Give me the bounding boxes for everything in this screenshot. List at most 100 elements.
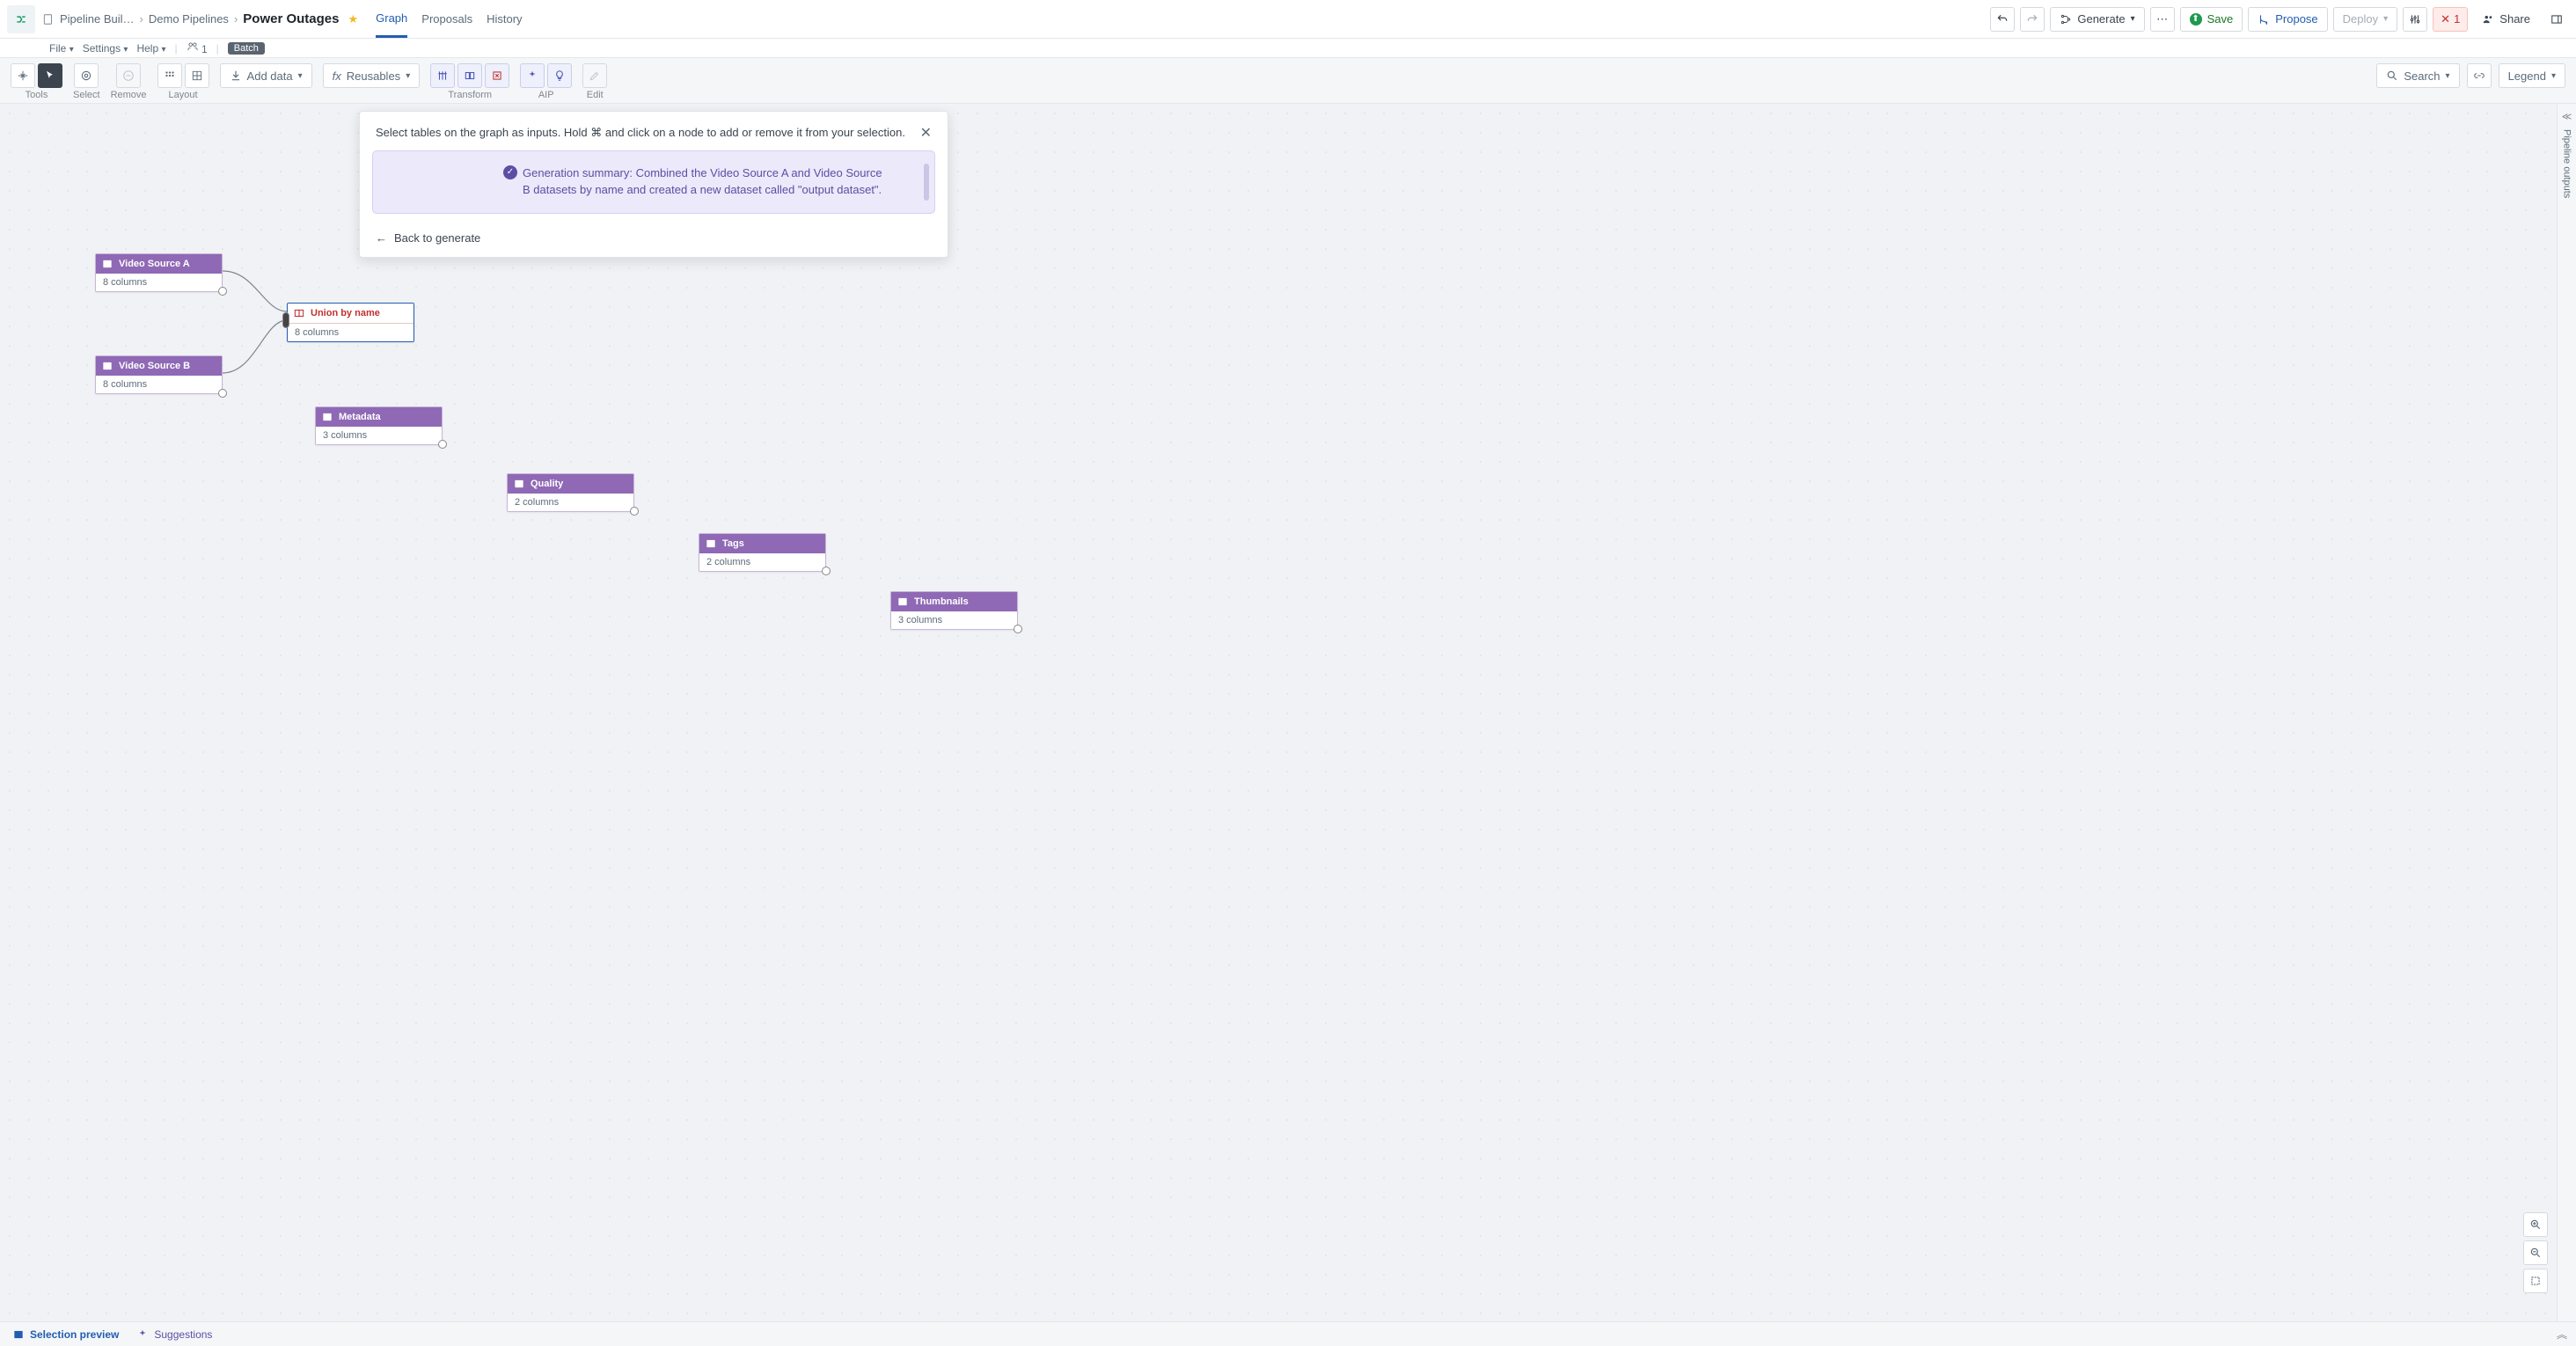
check-icon: ✓ [503, 165, 517, 179]
warning-badge[interactable]: ✕ 1 [2433, 7, 2468, 32]
zoom-controls [2523, 1212, 2548, 1293]
zoom-out-button[interactable] [2523, 1240, 2548, 1265]
breadcrumb-current[interactable]: Power Outages [243, 11, 339, 26]
tab-graph[interactable]: Graph [376, 0, 407, 38]
tool-group-label: Remove [111, 90, 147, 100]
aip-bulb-button[interactable] [547, 63, 572, 88]
output-port[interactable] [822, 567, 831, 575]
collapse-rail-button[interactable]: ≪ [2562, 111, 2572, 122]
tool-group-label: Select [73, 90, 100, 100]
dataset-icon [101, 258, 113, 270]
app-logo[interactable] [7, 5, 35, 33]
chevron-down-icon: ▾ [2383, 14, 2388, 24]
node-title: Union by name [311, 308, 380, 318]
node-subtitle: 3 columns [891, 611, 1017, 629]
breadcrumb-item[interactable]: Pipeline Buil… [60, 12, 135, 26]
node-video-source-b[interactable]: Video Source B 8 columns [95, 355, 223, 394]
share-button[interactable]: Share [2473, 7, 2539, 32]
node-subtitle: 2 columns [508, 494, 633, 511]
link-toggle-button[interactable] [2467, 63, 2492, 88]
transform-join-button[interactable] [457, 63, 482, 88]
output-port[interactable] [218, 287, 227, 296]
batch-badge[interactable]: Batch [228, 42, 265, 55]
star-icon[interactable]: ★ [348, 12, 358, 26]
node-subtitle: 8 columns [288, 324, 413, 341]
transform-remove-button[interactable] [485, 63, 509, 88]
node-video-source-a[interactable]: Video Source A 8 columns [95, 253, 223, 292]
node-union-by-name[interactable]: Union by name 8 columns [287, 303, 414, 342]
node-subtitle: 8 columns [96, 376, 222, 393]
layout-grid-button[interactable] [185, 63, 209, 88]
add-data-button[interactable]: Add data ▾ [220, 63, 312, 88]
scrollbar[interactable] [924, 164, 929, 201]
search-icon [2386, 69, 2398, 82]
deploy-button[interactable]: Deploy ▾ [2333, 7, 2398, 32]
menu-help[interactable]: Help ▾ [136, 42, 165, 55]
tool-group-remove: Remove [111, 63, 147, 100]
more-menu-button[interactable]: ⋯ [2150, 7, 2175, 32]
graph-canvas[interactable]: Video Source A 8 columns Video Source B … [0, 104, 2576, 1321]
propose-button[interactable]: Propose [2248, 7, 2327, 32]
zoom-in-button[interactable] [2523, 1212, 2548, 1237]
expand-footer-button[interactable]: ︽ [2557, 1327, 2567, 1342]
footer-bar: Selection preview Suggestions ︽ [0, 1321, 2576, 1346]
tool-group-aip: AIP [520, 63, 572, 100]
dataset-icon [513, 478, 525, 490]
select-tool-button[interactable] [38, 63, 62, 88]
legend-button[interactable]: Legend ▾ [2499, 63, 2565, 88]
layout-auto-button[interactable] [157, 63, 182, 88]
close-icon[interactable]: ✕ [920, 124, 932, 142]
branch-icon [2060, 13, 2072, 26]
reusables-button[interactable]: fx Reusables ▾ [323, 63, 421, 88]
zoom-fit-button[interactable] [2523, 1269, 2548, 1293]
chevron-down-icon: ▾ [298, 71, 303, 81]
breadcrumb-item[interactable]: Demo Pipelines [149, 12, 229, 26]
generate-button[interactable]: Generate ▾ [2050, 7, 2144, 32]
transform-columns-button[interactable] [430, 63, 455, 88]
active-users[interactable]: 1 [187, 40, 208, 55]
tab-proposals[interactable]: Proposals [421, 0, 472, 38]
back-to-generate-button[interactable]: ← Back to generate [360, 223, 948, 257]
output-port[interactable] [630, 507, 639, 516]
menu-file[interactable]: File ▾ [49, 42, 74, 55]
search-button[interactable]: Search ▾ [2376, 63, 2459, 88]
settings-sliders-button[interactable] [2403, 7, 2427, 32]
node-metadata[interactable]: Metadata 3 columns [315, 406, 443, 445]
node-tags[interactable]: Tags 2 columns [699, 533, 826, 572]
output-port[interactable] [1014, 625, 1022, 633]
tool-group-label: AIP [538, 90, 554, 100]
arrow-left-icon: ← [376, 231, 387, 245]
sparkle-icon [136, 1328, 149, 1341]
node-thumbnails[interactable]: Thumbnails 3 columns [890, 591, 1018, 630]
chevron-down-icon: ▾ [2446, 71, 2450, 81]
save-button[interactable]: ⬆ Save [2180, 7, 2243, 32]
tab-history[interactable]: History [487, 0, 522, 38]
footer-tab-suggestions[interactable]: Suggestions [133, 1328, 216, 1341]
node-quality[interactable]: Quality 2 columns [507, 473, 634, 512]
remove-button[interactable] [116, 63, 141, 88]
summary-text: Generation summary: Combined the Video S… [523, 166, 882, 196]
header-actions: Generate ▾ ⋯ ⬆ Save Propose Deploy ▾ ✕ 1 [1990, 7, 2569, 32]
menu-settings[interactable]: Settings ▾ [83, 42, 128, 55]
tool-group-edit: Edit [582, 63, 607, 100]
output-port[interactable] [438, 440, 447, 449]
footer-tab-selection-preview[interactable]: Selection preview [9, 1328, 122, 1341]
node-title: Tags [722, 538, 744, 549]
target-button[interactable] [74, 63, 99, 88]
chevron-down-icon: ▾ [406, 71, 410, 81]
pipeline-outputs-tab[interactable]: Pipeline outputs [2562, 129, 2572, 198]
chevron-down-icon: ▾ [2551, 71, 2556, 81]
input-port[interactable] [282, 312, 289, 328]
panel-toggle-button[interactable] [2544, 7, 2569, 32]
node-title: Quality [531, 479, 563, 489]
output-port[interactable] [218, 389, 227, 398]
pan-tool-button[interactable] [11, 63, 35, 88]
edit-pencil-button[interactable] [582, 63, 607, 88]
aip-sparkle-button[interactable] [520, 63, 545, 88]
chevron-right-icon: › [140, 12, 143, 26]
tool-group-transform: Transform [430, 63, 509, 100]
app-header: Pipeline Buil… › Demo Pipelines › Power … [0, 0, 2576, 39]
redo-button[interactable] [2020, 7, 2045, 32]
dataset-icon [896, 596, 909, 608]
undo-button[interactable] [1990, 7, 2015, 32]
